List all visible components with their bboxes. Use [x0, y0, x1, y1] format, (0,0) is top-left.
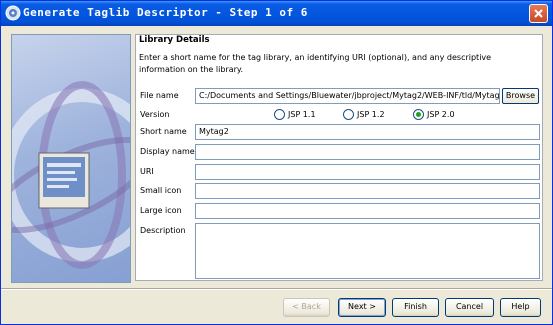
short-name-field[interactable]: Mytag2: [195, 124, 540, 140]
display-name-label: Display name: [140, 147, 195, 156]
form-panel: Library Details Enter a short name for t…: [135, 34, 543, 281]
section-description: Enter a short name for the tag library, …: [139, 53, 492, 74]
globe-illustration: [12, 81, 130, 269]
radio-indicator: [274, 109, 285, 120]
close-icon: [534, 9, 543, 18]
wizard-banner-image: [11, 34, 131, 283]
description-textarea[interactable]: [195, 223, 540, 279]
description-label: Description: [140, 226, 186, 235]
uri-field[interactable]: [195, 164, 540, 180]
large-icon-label: Large icon: [140, 206, 182, 215]
version-radio-jsp12[interactable]: JSP 1.2: [343, 109, 385, 120]
back-button[interactable]: < Back: [283, 298, 330, 317]
small-icon-field[interactable]: [195, 183, 540, 199]
uri-label: URI: [140, 167, 154, 176]
close-button[interactable]: [529, 4, 548, 23]
large-icon-field[interactable]: [195, 203, 540, 219]
version-radio-jsp20[interactable]: JSP 2.0: [413, 109, 455, 120]
button-separator: [1, 288, 552, 290]
small-icon-label: Small icon: [140, 186, 182, 195]
wizard-window: Generate Taglib Descriptor - Step 1 of 6…: [0, 0, 553, 325]
short-name-label: Short name: [140, 127, 187, 136]
file-name-label: File name: [140, 91, 179, 100]
radio-label: JSP 1.2: [357, 110, 385, 119]
radio-indicator: [343, 109, 354, 120]
window-title: Generate Taglib Descriptor - Step 1 of 6: [23, 6, 308, 19]
cancel-button[interactable]: Cancel: [445, 298, 494, 317]
browse-button[interactable]: Browse: [502, 88, 539, 104]
app-icon: [5, 5, 21, 21]
radio-label: JSP 1.1: [288, 110, 316, 119]
display-name-field[interactable]: [195, 144, 540, 160]
version-radio-jsp11[interactable]: JSP 1.1: [274, 109, 316, 120]
help-button[interactable]: Help: [500, 298, 541, 317]
finish-button[interactable]: Finish: [392, 298, 439, 317]
version-label: Version: [140, 110, 170, 119]
radio-label: JSP 2.0: [427, 110, 455, 119]
section-heading: Library Details: [139, 35, 210, 45]
radio-indicator-selected: [413, 109, 424, 120]
file-name-field[interactable]: C:/Documents and Settings/Bluewater/jbpr…: [195, 88, 500, 104]
title-bar[interactable]: Generate Taglib Descriptor - Step 1 of 6: [1, 1, 552, 26]
next-button[interactable]: Next >: [338, 298, 386, 317]
